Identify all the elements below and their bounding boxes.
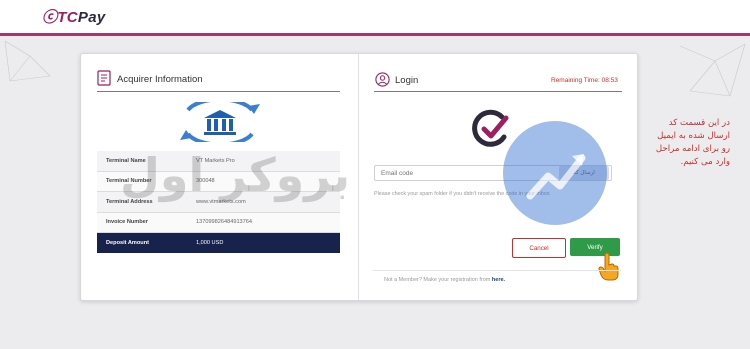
user-icon	[375, 72, 390, 87]
cancel-button[interactable]: Cancel	[512, 238, 566, 258]
login-title-underline	[374, 91, 622, 92]
top-bar: ⓒTCPay	[0, 0, 750, 33]
acquirer-title-underline	[97, 91, 340, 92]
acquirer-title: Acquirer Information	[117, 74, 203, 85]
login-title: Login	[395, 75, 419, 86]
row-label: Invoice Number	[106, 219, 148, 226]
row-value: 137099826484913764	[196, 219, 252, 226]
registration-footer: Not a Member? Make your registration fro…	[384, 277, 505, 283]
network-decoration-left-icon	[4, 40, 51, 82]
deposit-value: 1,000 USD	[196, 239, 224, 246]
document-icon	[97, 70, 111, 86]
watermark-logo-icon	[503, 121, 607, 225]
etcpay-logo[interactable]: ⓒTCPay	[42, 6, 106, 27]
deposit-amount-row: Deposit Amount 1,000 USD	[97, 233, 340, 253]
watermark-text: بروکر اول	[120, 148, 351, 202]
panel-divider	[358, 54, 359, 300]
pointing-hand-icon	[598, 252, 619, 281]
annotation-note: در این قسمت کد ارسال شده به ایمیل رو برا…	[655, 118, 730, 167]
registration-link[interactable]: here.	[492, 277, 505, 283]
logo-tc: ⓒTC	[42, 9, 78, 26]
footer-divider	[373, 270, 621, 271]
network-decoration-right-icon	[679, 43, 746, 97]
deposit-label: Deposit Amount	[106, 239, 149, 246]
remaining-time: Remaining Time: 08:53	[551, 77, 618, 84]
table-row: Invoice Number 137099826484913764	[97, 212, 340, 233]
bank-icon	[180, 102, 260, 142]
logo-pay: Pay	[77, 9, 106, 26]
footer-text: Not a Member? Make your registration fro…	[384, 277, 492, 283]
header-accent-line	[0, 33, 750, 36]
